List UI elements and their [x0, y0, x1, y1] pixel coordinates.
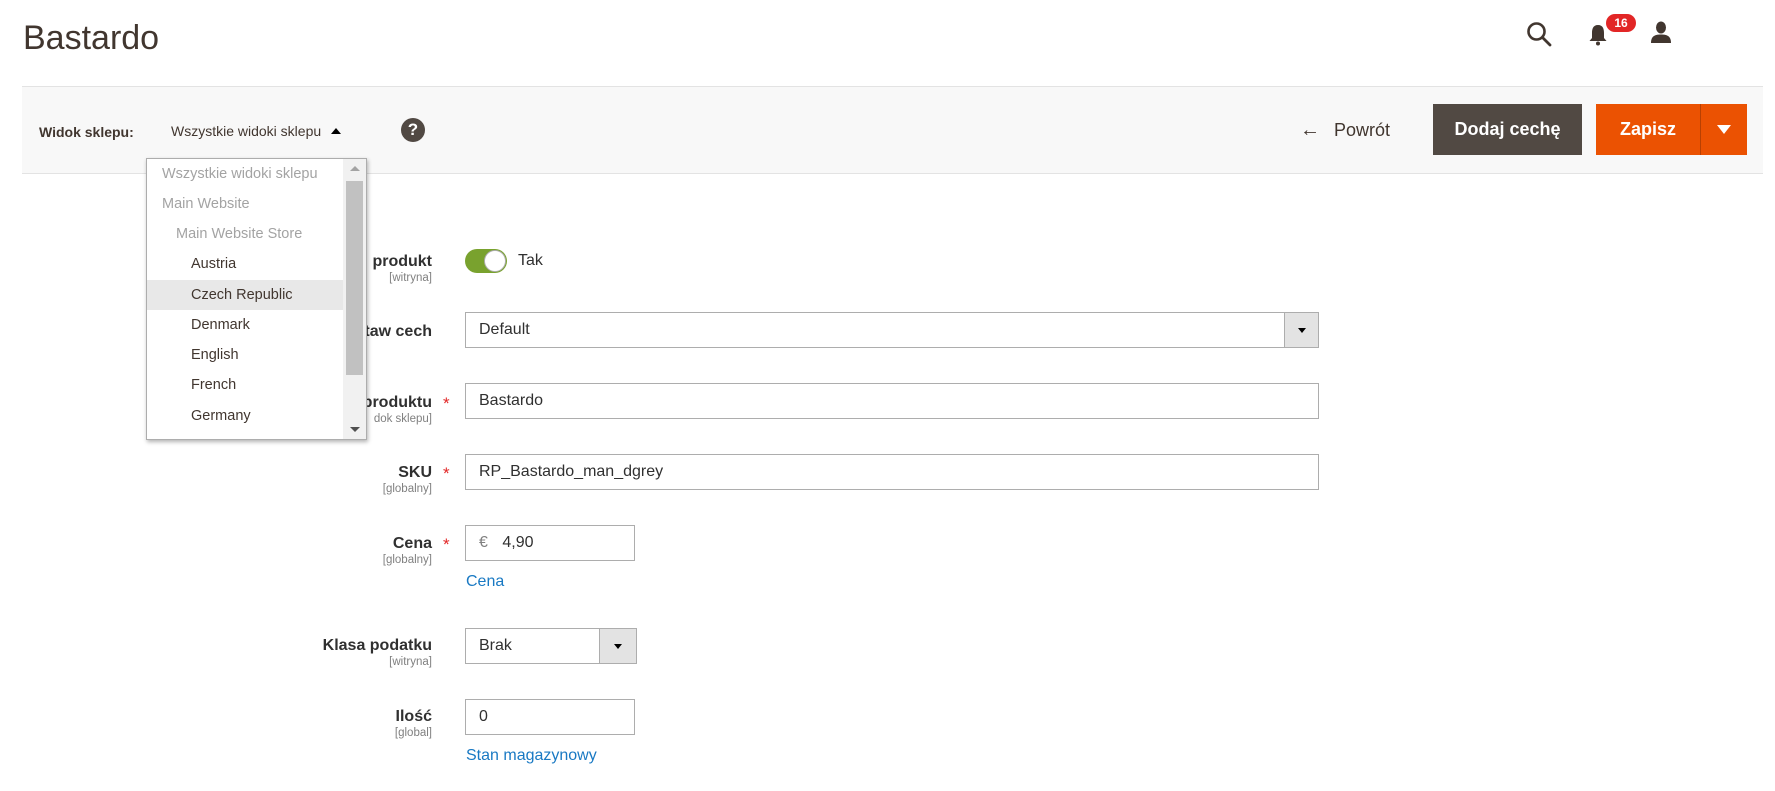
store-view-label: Widok sklepu: — [39, 124, 134, 140]
user-icon — [1651, 21, 1671, 43]
enable-product-label: produkt [witryna] — [372, 253, 432, 284]
attribute-set-dropdown-button[interactable] — [1284, 312, 1319, 348]
store-option[interactable]: Denmark — [147, 310, 366, 340]
price-value: 4,90 — [502, 534, 534, 551]
caret-down-icon — [1297, 327, 1306, 333]
store-view-dropdown[interactable]: Wszystkie widoki sklepu Main Website Mai… — [146, 158, 367, 440]
store-option: Main Website Store — [176, 226, 303, 242]
enable-product-toggle[interactable] — [465, 249, 507, 273]
store-option[interactable]: Czech Republic — [147, 280, 366, 310]
bell-icon — [1589, 25, 1607, 46]
required-marker: * — [443, 535, 450, 554]
notifications-count-badge: 16 — [1606, 14, 1636, 32]
sku-label: SKU [globalny] — [382, 464, 432, 495]
scroll-down-icon[interactable] — [350, 427, 360, 432]
page-title: Bastardo — [23, 19, 160, 57]
help-icon[interactable]: ? — [401, 118, 425, 142]
tax-class-dropdown-button[interactable] — [599, 628, 637, 664]
caret-down-icon — [1717, 125, 1731, 134]
back-label: Powrót — [1334, 120, 1391, 140]
search-icon — [1527, 22, 1552, 47]
store-option[interactable]: Germany — [147, 401, 366, 431]
store-option: Main Website — [162, 196, 250, 212]
tax-class-select[interactable]: Brak — [465, 628, 637, 664]
price-label: Cena [globalny] — [382, 535, 432, 566]
quantity-label: Ilość [global] — [394, 708, 432, 739]
scrollbar-thumb[interactable] — [346, 181, 363, 375]
store-view-current: Wszystkie widoki sklepu — [171, 123, 322, 139]
store-option[interactable]: Austria — [147, 249, 366, 279]
store-option[interactable]: French — [147, 370, 366, 400]
store-option[interactable]: English — [147, 340, 366, 370]
account-button[interactable] — [1648, 19, 1674, 45]
product-name-input[interactable]: Bastardo — [465, 383, 1319, 419]
attribute-set-value: Default — [479, 321, 530, 338]
notifications-button[interactable]: 16 — [1586, 14, 1636, 48]
quantity-input[interactable]: 0 — [465, 699, 635, 735]
back-button[interactable]: ← Powrót — [1300, 119, 1390, 142]
arrow-left-icon: ← — [1300, 119, 1320, 141]
scroll-up-icon[interactable] — [350, 166, 360, 171]
store-option: Wszystkie widoki sklepu — [162, 166, 318, 182]
caret-down-icon — [614, 643, 622, 649]
required-marker: * — [443, 394, 450, 413]
save-options-toggle[interactable] — [1700, 104, 1747, 155]
price-input[interactable]: € 4,90 — [465, 525, 635, 561]
attribute-set-label: taw cech — [364, 323, 432, 340]
currency-symbol: € — [479, 534, 488, 551]
advanced-inventory-link[interactable]: Stan magazynowy — [466, 747, 597, 765]
advanced-pricing-link[interactable]: Cena — [466, 573, 504, 591]
save-button[interactable]: Zapisz — [1596, 104, 1700, 155]
dropdown-scrollbar[interactable] — [343, 159, 366, 439]
toggle-knob — [484, 250, 506, 272]
search-button[interactable] — [1525, 20, 1553, 48]
required-marker: * — [443, 464, 450, 483]
caret-up-icon — [331, 128, 342, 134]
store-view-switcher[interactable]: Wszystkie widoki sklepu — [171, 123, 342, 139]
tax-class-value: Brak — [479, 637, 512, 654]
product-name-label: produktu dok sklepu] — [362, 394, 432, 425]
tax-class-label: Klasa podatku [witryna] — [322, 637, 432, 668]
add-attribute-button[interactable]: Dodaj cechę — [1433, 104, 1582, 155]
attribute-set-select[interactable]: Default — [465, 312, 1319, 348]
sku-input[interactable]: RP_Bastardo_man_dgrey — [465, 454, 1319, 490]
enable-product-value: Tak — [518, 252, 543, 269]
